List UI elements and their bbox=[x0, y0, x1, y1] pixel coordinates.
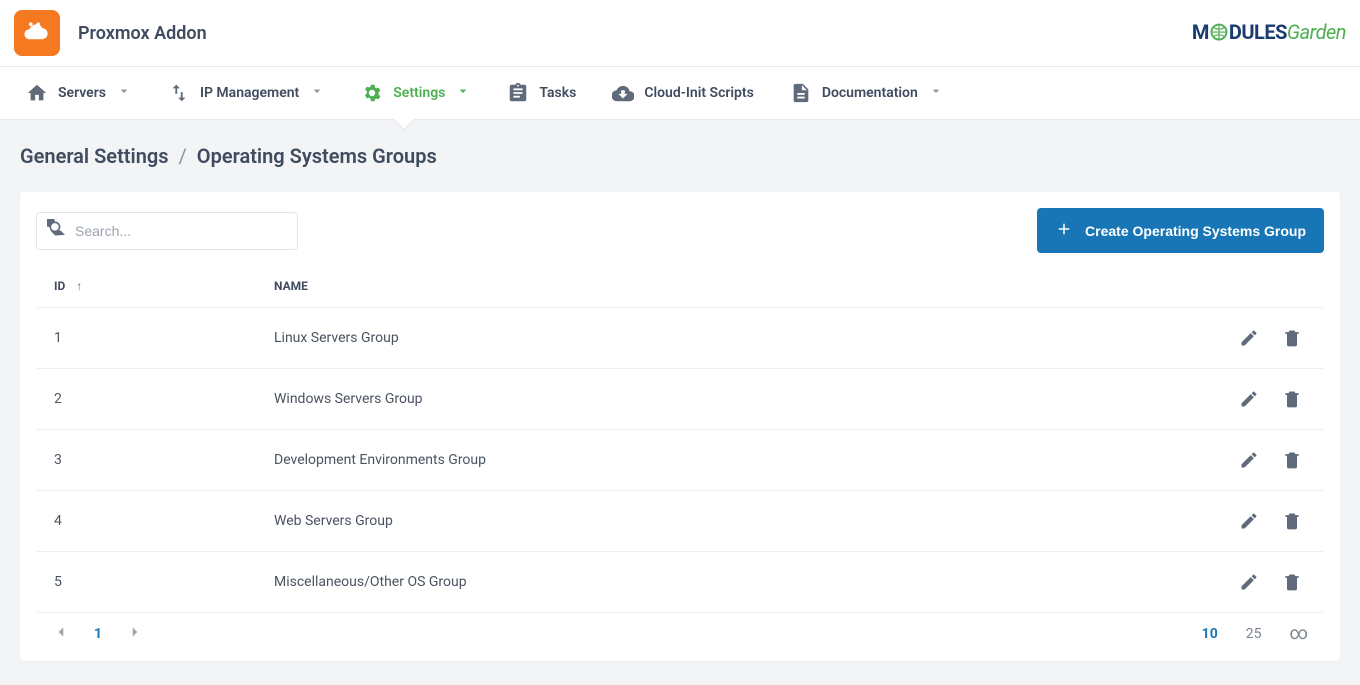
cell-name: Linux Servers Group bbox=[256, 308, 1204, 369]
sort-asc-icon: ↑ bbox=[76, 279, 82, 293]
cell-name: Miscellaneous/Other OS Group bbox=[256, 552, 1204, 613]
page-size-option[interactable]: 25 bbox=[1246, 626, 1262, 642]
column-header-id[interactable]: ID ↑ bbox=[36, 265, 256, 308]
cell-actions bbox=[1204, 369, 1324, 430]
column-header-name[interactable]: NAME bbox=[256, 265, 1204, 308]
breadcrumb-separator: / bbox=[179, 144, 187, 168]
nav-label: Tasks bbox=[539, 85, 576, 101]
app-title: Proxmox Addon bbox=[78, 23, 207, 44]
nav-settings[interactable]: Settings bbox=[347, 72, 485, 114]
brand-logo: MDULESGarden bbox=[1192, 20, 1346, 46]
edit-button[interactable] bbox=[1235, 507, 1263, 535]
cell-actions bbox=[1204, 308, 1324, 369]
delete-button[interactable] bbox=[1278, 324, 1306, 352]
search-icon bbox=[47, 219, 67, 243]
table-row: 1 Linux Servers Group bbox=[36, 308, 1324, 369]
table-row: 3 Development Environments Group bbox=[36, 430, 1324, 491]
nav-tasks[interactable]: Tasks bbox=[493, 72, 590, 114]
breadcrumb-parent[interactable]: General Settings bbox=[20, 144, 169, 168]
cell-id: 4 bbox=[36, 491, 256, 552]
search-box[interactable] bbox=[36, 212, 298, 250]
cell-name: Windows Servers Group bbox=[256, 369, 1204, 430]
table-row: 5 Miscellaneous/Other OS Group bbox=[36, 552, 1324, 613]
document-icon bbox=[790, 82, 812, 104]
pagination-left: 1 bbox=[52, 623, 144, 645]
chevron-down-icon bbox=[309, 83, 325, 103]
edit-button[interactable] bbox=[1235, 446, 1263, 474]
create-os-group-button[interactable]: Create Operating Systems Group bbox=[1037, 208, 1324, 253]
nav-ip-management[interactable]: IP Management bbox=[154, 72, 339, 114]
delete-button[interactable] bbox=[1278, 446, 1306, 474]
gear-icon bbox=[361, 82, 383, 104]
nav-servers[interactable]: Servers bbox=[12, 72, 146, 114]
page-size-selector: 10 25 ∞ bbox=[1202, 626, 1308, 642]
edit-button[interactable] bbox=[1235, 568, 1263, 596]
current-page[interactable]: 1 bbox=[94, 626, 102, 642]
cell-actions bbox=[1204, 430, 1324, 491]
app-header: Proxmox Addon MDULESGarden bbox=[0, 0, 1360, 66]
header-left: Proxmox Addon bbox=[14, 10, 207, 56]
content-area: General Settings / Operating Systems Gro… bbox=[0, 120, 1360, 685]
delete-button[interactable] bbox=[1278, 385, 1306, 413]
main-nav: Servers IP Management Settings Tasks Clo… bbox=[0, 66, 1360, 120]
page-prev-button[interactable] bbox=[52, 623, 70, 645]
chevron-down-icon bbox=[116, 83, 132, 103]
edit-button[interactable] bbox=[1235, 324, 1263, 352]
chevron-down-icon bbox=[455, 83, 471, 103]
chevron-down-icon bbox=[928, 83, 944, 103]
app-logo bbox=[14, 10, 60, 56]
cell-name: Web Servers Group bbox=[256, 491, 1204, 552]
cell-id: 5 bbox=[36, 552, 256, 613]
os-groups-card: Create Operating Systems Group ID ↑ NAME… bbox=[20, 192, 1340, 661]
card-toolbar: Create Operating Systems Group bbox=[36, 208, 1324, 253]
nav-cloud-init[interactable]: Cloud-Init Scripts bbox=[598, 72, 768, 114]
page-next-button[interactable] bbox=[126, 623, 144, 645]
create-button-label: Create Operating Systems Group bbox=[1085, 223, 1306, 239]
nav-documentation[interactable]: Documentation bbox=[776, 72, 958, 114]
swap-vert-icon bbox=[168, 82, 190, 104]
column-header-actions bbox=[1204, 265, 1324, 308]
table-row: 4 Web Servers Group bbox=[36, 491, 1324, 552]
clipboard-icon bbox=[507, 82, 529, 104]
cell-id: 1 bbox=[36, 308, 256, 369]
nav-label: Cloud-Init Scripts bbox=[644, 85, 754, 101]
cloud-download-icon bbox=[612, 82, 634, 104]
cell-actions bbox=[1204, 552, 1324, 613]
breadcrumb-current: Operating Systems Groups bbox=[197, 144, 437, 168]
nav-label: Settings bbox=[393, 85, 445, 101]
table-row: 2 Windows Servers Group bbox=[36, 369, 1324, 430]
home-icon bbox=[26, 82, 48, 104]
plus-icon bbox=[1055, 220, 1073, 241]
cell-actions bbox=[1204, 491, 1324, 552]
nav-label: Documentation bbox=[822, 85, 918, 101]
nav-label: Servers bbox=[58, 85, 106, 101]
os-groups-table: ID ↑ NAME 1 Linux Servers Group 2 Window… bbox=[36, 265, 1324, 613]
breadcrumb: General Settings / Operating Systems Gro… bbox=[20, 144, 1340, 168]
cell-name: Development Environments Group bbox=[256, 430, 1204, 491]
search-input[interactable] bbox=[75, 223, 287, 239]
delete-button[interactable] bbox=[1278, 568, 1306, 596]
page-size-option[interactable]: ∞ bbox=[1289, 627, 1308, 641]
cell-id: 2 bbox=[36, 369, 256, 430]
page-size-option[interactable]: 10 bbox=[1202, 626, 1218, 642]
nav-label: IP Management bbox=[200, 85, 299, 101]
delete-button[interactable] bbox=[1278, 507, 1306, 535]
edit-button[interactable] bbox=[1235, 385, 1263, 413]
cell-id: 3 bbox=[36, 430, 256, 491]
pagination: 1 10 25 ∞ bbox=[36, 613, 1324, 653]
